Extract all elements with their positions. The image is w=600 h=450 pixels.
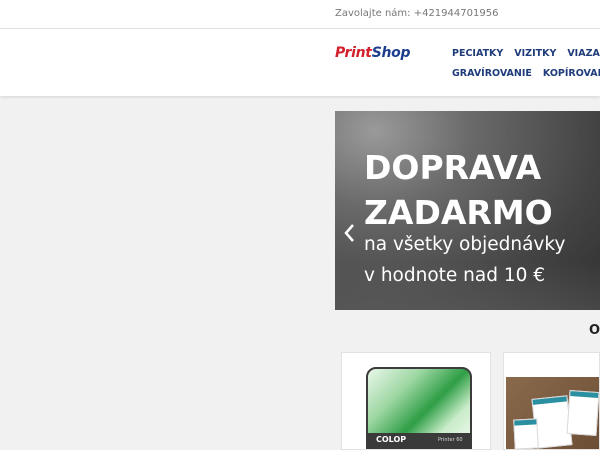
- business-card-shape: [566, 390, 599, 436]
- main-nav: PEČIATKY VIZITKY VIAZANIE GRAVÍROVANIE K…: [452, 48, 600, 88]
- nav-item-peciatky[interactable]: PEČIATKY: [452, 48, 503, 59]
- top-bar: Zavolajte nám: +421944701956: [0, 0, 600, 29]
- nav-item-kopirovanie[interactable]: KOPÍROVANIE: [543, 68, 600, 79]
- site-header: PrintShop PEČIATKY VIZITKY VIAZANIE GRAV…: [0, 29, 600, 96]
- business-card-shape: [513, 418, 539, 449]
- logo-part-print: Print: [335, 45, 372, 61]
- printshop-logo[interactable]: PrintShop: [335, 45, 410, 61]
- nav-item-viazanie[interactable]: VIAZANIE: [567, 48, 600, 59]
- stamp-image: COLOP Printer 60: [366, 367, 472, 449]
- chevron-left-icon: [344, 224, 354, 242]
- hero-slider[interactable]: DOPRAVA ZADARMO na všetky objednávky v h…: [335, 111, 600, 310]
- phone-contact[interactable]: Zavolajte nám: +421944701956: [335, 8, 498, 19]
- nav-row-2: GRAVÍROVANIE KOPÍROVANIE: [452, 68, 600, 88]
- nav-item-gravirovanie[interactable]: GRAVÍROVANIE: [452, 68, 532, 79]
- slider-prev-arrow-icon[interactable]: [343, 223, 357, 245]
- business-cards-image: [506, 377, 599, 449]
- hero-subtitle-line-2: v hodnote nad 10 €: [364, 265, 546, 286]
- nav-row-1: PEČIATKY VIZITKY VIAZANIE: [452, 48, 600, 68]
- nav-item-vizitky[interactable]: VIZITKY: [514, 48, 556, 59]
- stamp-model: Printer 60: [438, 437, 463, 443]
- hero-subtitle: na všetky objednávky v hodnote nad 10 €: [364, 229, 600, 291]
- hero-subtitle-line-1: na všetky objednávky: [364, 234, 566, 255]
- hero-title-line-1: DOPRAVA: [364, 148, 542, 187]
- hero-title: DOPRAVA ZADARMO: [364, 145, 600, 235]
- product-card-stamp[interactable]: COLOP Printer 60: [341, 352, 491, 450]
- product-card-business-cards[interactable]: [503, 352, 600, 450]
- section-heading-peek: O: [589, 323, 600, 338]
- logo-part-shop: Shop: [371, 45, 411, 61]
- stamp-brand: COLOP: [376, 435, 407, 444]
